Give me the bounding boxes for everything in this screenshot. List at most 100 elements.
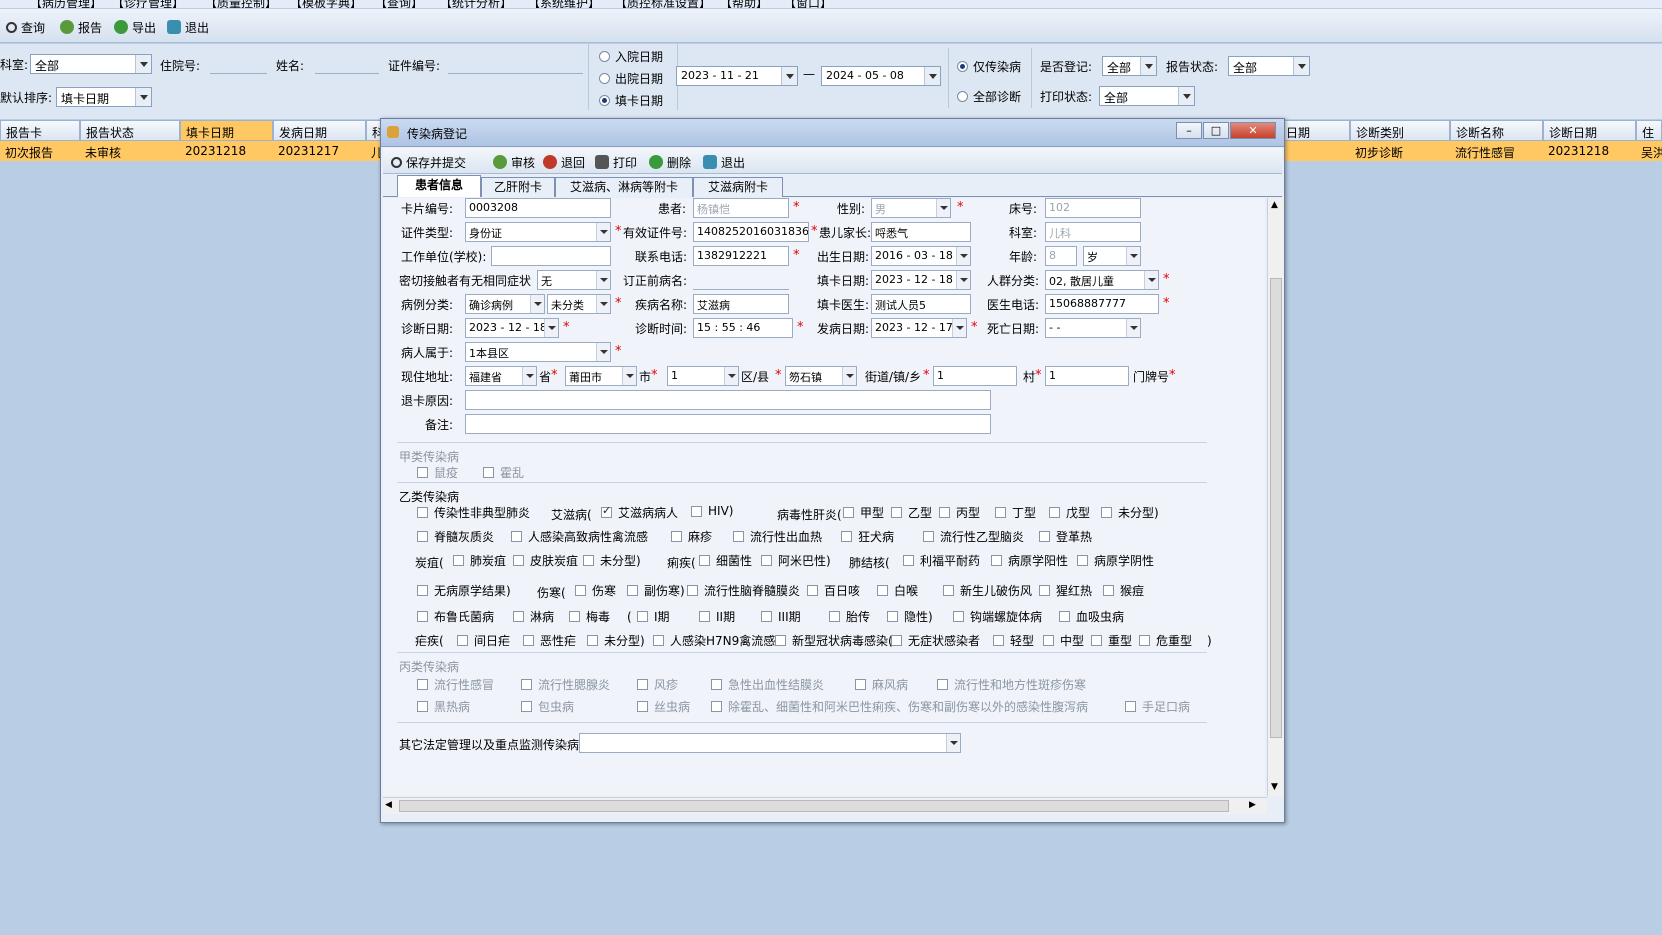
- menu-item[interactable]: 【帮助】: [720, 0, 768, 8]
- export-button[interactable]: 导出: [114, 17, 156, 37]
- city-select[interactable]: 莆田市: [565, 366, 637, 386]
- table-cell[interactable]: 20231218: [1543, 141, 1636, 161]
- return-button[interactable]: 退回: [543, 152, 585, 172]
- id-type-select[interactable]: 身份证: [465, 222, 611, 242]
- scroll-thumb[interactable]: [1270, 278, 1282, 738]
- checkbox-syphilis-3[interactable]: III期: [761, 608, 801, 625]
- table-cell[interactable]: 吴洪: [1636, 141, 1662, 161]
- table-cell[interactable]: 未审核: [80, 141, 180, 161]
- checkbox-kala-azar[interactable]: 黑热病: [417, 698, 470, 715]
- query-button[interactable]: 查询: [6, 17, 45, 37]
- onset-date-picker[interactable]: 2023 - 12 - 17: [871, 318, 967, 338]
- case-subtype-select[interactable]: 未分类: [547, 294, 611, 314]
- checkbox-hep-d[interactable]: 丁型: [995, 504, 1036, 521]
- checkbox-covid[interactable]: 新型冠状病毒感染(: [775, 632, 893, 649]
- column-header[interactable]: 报告状态: [80, 120, 180, 141]
- id-input[interactable]: [448, 54, 583, 74]
- return-reason-field[interactable]: [465, 390, 991, 410]
- parent-field[interactable]: 哷悉气: [871, 222, 971, 242]
- birth-picker[interactable]: 2016 - 03 - 18: [871, 246, 971, 266]
- report-button[interactable]: 报告: [60, 17, 102, 37]
- checkbox-hfmd[interactable]: 手足口病: [1125, 698, 1190, 715]
- county-select[interactable]: 1: [667, 366, 739, 386]
- checkbox-rabies[interactable]: 狂犬病: [841, 528, 894, 545]
- close-button[interactable]: ✕: [1230, 122, 1276, 139]
- print-status-select[interactable]: 全部: [1099, 86, 1195, 106]
- table-cell[interactable]: 20231218: [180, 141, 273, 161]
- save-submit-button[interactable]: 保存并提交: [391, 152, 466, 172]
- radio-all-diagnosis[interactable]: 全部诊断: [957, 88, 1021, 105]
- doctor-phone-field[interactable]: 15068887777: [1045, 294, 1159, 314]
- report-status-select[interactable]: 全部: [1228, 56, 1310, 76]
- print-button[interactable]: 打印: [595, 152, 637, 172]
- registered-select[interactable]: 全部: [1102, 56, 1157, 76]
- checkbox-leprosy[interactable]: 麻风病: [855, 676, 908, 693]
- checkbox-mumps[interactable]: 流行性腮腺炎: [521, 676, 610, 693]
- case-type-select[interactable]: 确诊病例: [465, 294, 545, 314]
- checkbox-congenital[interactable]: 胎传: [829, 608, 870, 625]
- checkbox-hep-c[interactable]: 丙型: [939, 504, 980, 521]
- checkbox-hep-a[interactable]: 甲型: [843, 504, 884, 521]
- crowd-select[interactable]: 02, 散居儿童: [1045, 270, 1159, 290]
- audit-button[interactable]: 审核: [493, 152, 535, 172]
- checkbox-mild[interactable]: 轻型: [993, 632, 1034, 649]
- checkbox-anthrax-untyped[interactable]: 未分型): [583, 552, 641, 569]
- age-unit-select[interactable]: 岁: [1083, 246, 1141, 266]
- column-header[interactable]: 诊断日期: [1543, 120, 1636, 141]
- diag-time-field[interactable]: 15 : 55 : 46: [693, 318, 793, 338]
- checkbox-moderate[interactable]: 中型: [1043, 632, 1084, 649]
- menu-item[interactable]: 【统计分析】: [440, 0, 512, 8]
- menu-item[interactable]: 【质量控制】: [205, 0, 277, 8]
- dept-select[interactable]: 全部: [30, 54, 152, 74]
- checkbox-filariasis[interactable]: 丝虫病: [637, 698, 690, 715]
- gender-select[interactable]: 男: [871, 198, 951, 218]
- diag-date-picker[interactable]: 2023 - 12 - 18: [465, 318, 559, 338]
- tab-patient-info[interactable]: 患者信息: [397, 175, 481, 197]
- checkbox-rubella[interactable]: 风疹: [637, 676, 678, 693]
- menu-item[interactable]: 【病历管理】: [30, 0, 102, 8]
- checkbox-meningitis[interactable]: 流行性脑脊髓膜炎: [687, 582, 800, 599]
- checkbox-plague[interactable]: 鼠疫: [417, 464, 458, 481]
- age-field[interactable]: 8: [1045, 246, 1077, 266]
- checkbox-paratyphoid[interactable]: 副伤寒): [627, 582, 685, 599]
- checkbox-vivax[interactable]: 间日疟: [457, 632, 510, 649]
- column-header[interactable]: 住: [1636, 120, 1662, 141]
- menu-item[interactable]: 【窗口】: [784, 0, 832, 8]
- checkbox-amebic[interactable]: 阿米巴性): [761, 552, 831, 569]
- bed-field[interactable]: 102: [1045, 198, 1141, 218]
- form-dept-field[interactable]: 儿科: [1045, 222, 1141, 242]
- checkbox-mpox[interactable]: 猴痘: [1103, 582, 1144, 599]
- disease-field[interactable]: 艾滋病: [693, 294, 789, 314]
- phone-field[interactable]: 1382912221: [693, 246, 789, 266]
- column-header[interactable]: 报告卡: [0, 120, 80, 141]
- radio-discharge-date[interactable]: 出院日期: [599, 70, 663, 87]
- village-field[interactable]: 1: [1045, 366, 1129, 386]
- checkbox-measles[interactable]: 麻疹: [671, 528, 712, 545]
- checkbox-etiology-negative[interactable]: 病原学阴性: [1077, 552, 1154, 569]
- h-scroll-thumb[interactable]: [399, 800, 1229, 812]
- checkbox-diphtheria[interactable]: 白喉: [877, 582, 918, 599]
- checkbox-syphilis-2[interactable]: II期: [699, 608, 735, 625]
- checkbox-etiology-positive[interactable]: 病原学阳性: [991, 552, 1068, 569]
- table-cell[interactable]: 20231217: [273, 141, 366, 161]
- column-header[interactable]: 日期: [1280, 120, 1350, 141]
- checkbox-skin-anthrax[interactable]: 皮肤炭疽: [513, 552, 578, 569]
- checkbox-neonatal-tetanus[interactable]: 新生儿破伤风: [943, 582, 1032, 599]
- dialog-exit-button[interactable]: 退出: [703, 152, 745, 172]
- table-cell[interactable]: 初步诊断: [1350, 141, 1450, 161]
- other-disease-select[interactable]: [579, 733, 961, 753]
- date-from-picker[interactable]: 2023 - 11 - 21: [676, 66, 798, 86]
- tab-aids-gonorrhea[interactable]: 艾滋病、淋病等附卡: [555, 177, 693, 197]
- checkbox-scarlet-fever[interactable]: 猩红热: [1039, 582, 1092, 599]
- column-header[interactable]: 诊断类别: [1350, 120, 1450, 141]
- delete-button[interactable]: 删除: [649, 152, 691, 172]
- checkbox-syphilis[interactable]: 梅毒: [569, 608, 610, 625]
- checkbox-rifampicin-resistant[interactable]: 利福平耐药: [903, 552, 980, 569]
- menu-item[interactable]: 【质控标准设置】: [615, 0, 711, 8]
- table-cell[interactable]: 流行性感冒: [1450, 141, 1543, 161]
- checkbox-brucellosis[interactable]: 布鲁氏菌病: [417, 608, 494, 625]
- checkbox-malaria-untyped[interactable]: 未分型): [587, 632, 645, 649]
- column-header[interactable]: 诊断名称: [1450, 120, 1543, 141]
- menu-item[interactable]: 【系统维护】: [528, 0, 600, 8]
- checkbox-schistosomiasis[interactable]: 血吸虫病: [1059, 608, 1124, 625]
